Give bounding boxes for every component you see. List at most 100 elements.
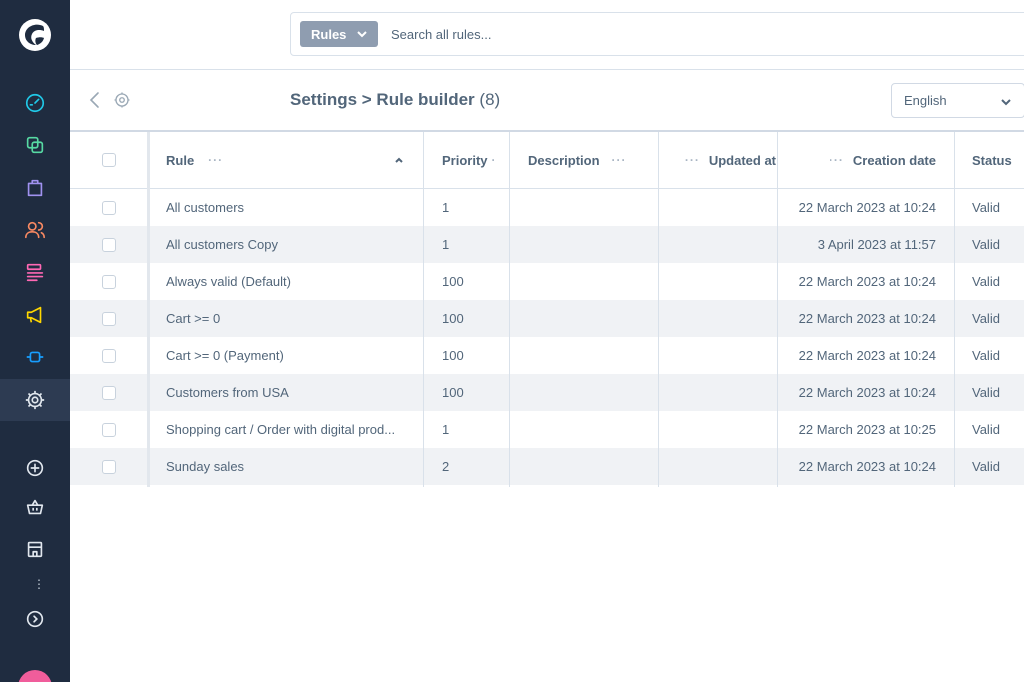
column-divider [658,132,659,487]
cell-description [528,300,654,337]
table-row[interactable]: Sunday sales 2 22 March 2023 at 10:24 Valid [70,448,1024,485]
cell-description [528,411,654,448]
column-header-label: Rule [166,152,195,168]
settings-small-icon[interactable] [113,91,131,109]
row-checkbox[interactable] [102,385,116,400]
global-search: Rules [290,12,1024,56]
cell-creation-date: 3 April 2023 at 11:57 [817,237,936,252]
cell-updated-at [672,300,776,337]
row-checkbox[interactable] [102,200,116,215]
column-divider [423,132,424,487]
add-sales-channel-icon[interactable] [23,456,47,480]
cell-updated-at [672,411,776,448]
customers-icon[interactable] [23,218,47,242]
table-row[interactable]: Cart >= 0 100 22 March 2023 at 10:24 Valid [70,300,1024,337]
settings-icon[interactable] [23,388,47,412]
cell-rule[interactable]: All customers [166,189,416,226]
cell-status: Valid [972,311,1000,326]
cell-description [528,448,654,485]
row-checkbox[interactable] [102,422,116,437]
cell-priority: 100 [442,274,464,289]
column-divider [147,132,150,487]
more-dots-icon[interactable]: ⋮ [33,578,45,590]
extensions-icon[interactable] [23,345,47,369]
column-header-creation-date[interactable]: ··· Creation date [830,132,936,188]
row-checkbox[interactable] [102,311,116,326]
cell-updated-at [672,226,776,263]
row-checkbox[interactable] [102,459,116,474]
select-all-checkbox-cell [102,132,116,188]
admin-sidebar: ⋮ [0,0,70,682]
cell-rule[interactable]: Cart >= 0 [166,300,416,337]
content-icon[interactable] [23,260,47,284]
marketing-icon[interactable] [23,303,47,327]
cell-creation-date: 22 March 2023 at 10:25 [798,422,936,437]
column-header-rule[interactable]: Rule ··· [166,132,406,188]
cell-priority: 1 [442,200,450,215]
cell-updated-at [672,189,776,226]
cell-rule[interactable]: Always valid (Default) [166,263,416,300]
catalogues-icon[interactable] [23,133,47,157]
cell-status: Valid [972,348,1000,363]
column-header-label: Updated at [708,152,776,168]
page-title-text: Settings > Rule builder [290,90,475,109]
select-all-checkbox[interactable] [102,153,116,167]
search-type-dropdown[interactable]: Rules [300,21,378,47]
column-header-label: Description [528,152,600,168]
column-settings-dots[interactable]: ··· [830,153,844,167]
cell-description [528,374,654,411]
row-checkbox[interactable] [102,237,116,252]
search-input[interactable] [391,23,891,45]
column-settings-dots[interactable]: · [492,153,497,167]
table-row[interactable]: All customers 1 22 March 2023 at 10:24 Vali… [70,189,1024,226]
column-header-description[interactable]: Description ··· [528,132,668,188]
orders-icon[interactable] [23,176,47,200]
cell-rule[interactable]: Cart >= 0 (Payment) [166,337,416,374]
cell-priority: 100 [442,311,464,326]
language-switch[interactable]: English [891,83,1024,118]
row-checkbox-cell [102,337,116,374]
row-checkbox-cell [102,374,116,411]
column-settings-dots[interactable]: ··· [612,153,627,167]
table-row[interactable]: Cart >= 0 (Payment) 100 22 March 2023 at 1… [70,337,1024,374]
row-checkbox[interactable] [102,274,116,289]
shopware-logo-icon[interactable] [17,17,53,53]
cell-status: Valid [972,274,1000,289]
sort-ascending-icon[interactable] [394,155,404,165]
smart-bar: Settings > Rule builder (8) English [70,70,1024,132]
cell-rule[interactable]: Customers from USA [166,374,416,411]
row-checkbox-cell [102,226,116,263]
user-avatar[interactable] [18,670,52,682]
cell-rule[interactable]: All customers Copy [166,226,416,263]
cell-status: Valid [972,459,1000,474]
cell-description [528,337,654,374]
cell-description [528,263,654,300]
chevron-down-icon [1001,99,1011,106]
column-header-label: Priority [442,152,488,168]
column-divider [777,132,778,487]
column-divider [954,132,955,487]
back-arrow-icon[interactable] [88,91,102,109]
cell-description [528,189,654,226]
column-settings-dots[interactable]: ··· [208,153,223,167]
table-row[interactable]: Always valid (Default) 100 22 March 2023 a… [70,263,1024,300]
table-row[interactable]: Customers from USA 100 22 March 2023 at 10… [70,374,1024,411]
column-header-updated-at[interactable]: ··· Updated at [672,132,776,188]
table-row[interactable]: All customers Copy 1 3 April 2023 at 11:57… [70,226,1024,263]
cell-priority: 2 [442,459,450,474]
row-checkbox-cell [102,448,116,485]
row-checkbox[interactable] [102,348,116,363]
column-settings-dots[interactable]: ··· [685,153,700,167]
cell-creation-date: 22 March 2023 at 10:24 [798,200,936,215]
cell-priority: 1 [442,422,450,437]
cell-rule[interactable]: Sunday sales [166,448,416,485]
cell-priority: 1 [442,237,450,252]
column-header-status[interactable]: Status [972,132,1024,188]
column-header-priority[interactable]: Priority · [442,132,522,188]
table-row[interactable]: Shopping cart / Order with digital prod.… [70,411,1024,448]
expand-icon[interactable] [23,607,47,631]
storefront-icon[interactable] [23,495,47,519]
cell-rule[interactable]: Shopping cart / Order with digital prod.… [166,411,416,448]
store-icon[interactable] [23,537,47,561]
dashboard-icon[interactable] [23,91,47,115]
